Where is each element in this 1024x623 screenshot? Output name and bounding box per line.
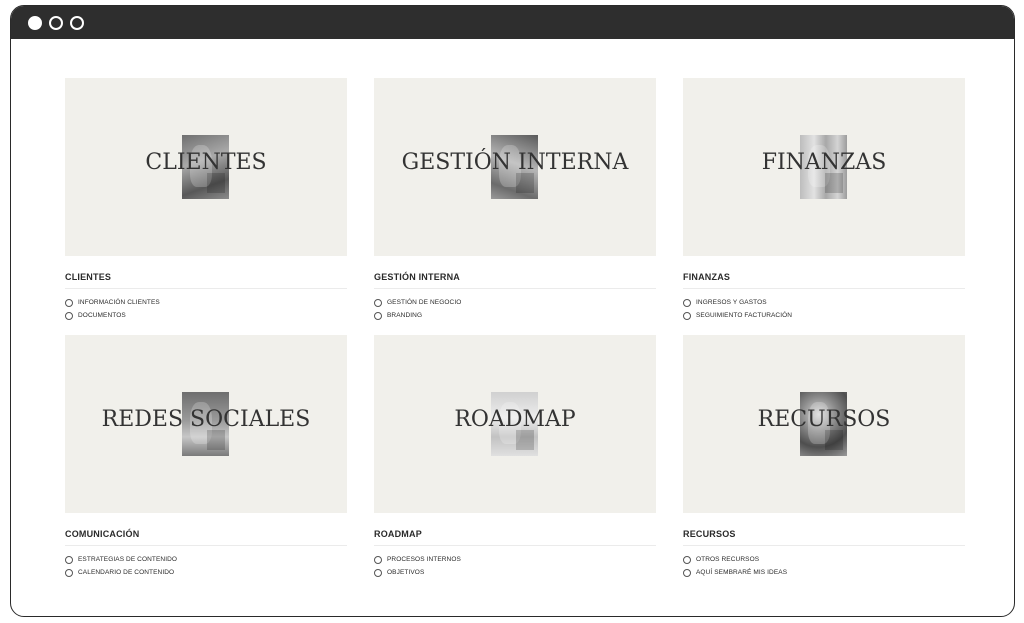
todo-item-label: INFORMACIÓN CLIENTES (78, 299, 160, 306)
todo-item[interactable]: CALENDARIO DE CONTENIDO (65, 566, 347, 579)
card-roadmap[interactable]: ROADMAP ROADMAP PROCESOS INTERNOS OBJETI… (374, 335, 656, 579)
card-finanzas[interactable]: FINANZAS FINANZAS INGRESOS Y GASTOS SEGU… (683, 78, 965, 322)
checkbox-circle-icon[interactable] (683, 311, 691, 320)
todo-item-label: PROCESOS INTERNOS (387, 556, 461, 563)
todo-list: INGRESOS Y GASTOS SEGUIMIENTO FACTURACIÓ… (683, 296, 965, 322)
todo-item[interactable]: ESTRATEGIAS DE CONTENIDO (65, 553, 347, 566)
checkbox-circle-icon[interactable] (65, 555, 73, 564)
checkbox-circle-icon[interactable] (374, 311, 382, 320)
cover-title: RECURSOS (757, 407, 891, 432)
todo-item-label: OTROS RECURSOS (696, 556, 760, 563)
checkbox-circle-icon[interactable] (683, 568, 691, 577)
todo-item[interactable]: PROCESOS INTERNOS (374, 553, 656, 566)
todo-list: GESTIÓN DE NEGOCIO BRANDING (374, 296, 656, 322)
card-title[interactable]: RECURSOS (683, 529, 965, 546)
todo-item-label: AQUÍ SEMBRARÉ MIS IDEAS (696, 569, 788, 576)
todo-item[interactable]: SEGUIMIENTO FACTURACIÓN (683, 309, 965, 322)
todo-item[interactable]: GESTIÓN DE NEGOCIO (374, 296, 656, 309)
checkbox-circle-icon[interactable] (374, 555, 382, 564)
card-title[interactable]: FINANZAS (683, 272, 965, 289)
card-cover[interactable]: ROADMAP (374, 335, 656, 513)
card-title[interactable]: ROADMAP (374, 529, 656, 546)
card-title[interactable]: CLIENTES (65, 272, 347, 289)
todo-item-label: BRANDING (387, 312, 423, 319)
todo-item[interactable]: AQUÍ SEMBRARÉ MIS IDEAS (683, 566, 965, 579)
todo-item-label: DOCUMENTOS (78, 312, 126, 319)
window-close-dot-icon[interactable] (28, 15, 42, 30)
todo-item[interactable]: DOCUMENTOS (65, 309, 347, 322)
card-cover[interactable]: RECURSOS (683, 335, 965, 513)
window-maximize-dot-icon[interactable] (70, 15, 84, 30)
browser-window: CLIENTES CLIENTES INFORMACIÓN CLIENTES D… (10, 5, 1015, 617)
cover-title: REDES SOCIALES (101, 407, 311, 432)
todo-item-label: GESTIÓN DE NEGOCIO (387, 299, 462, 306)
checkbox-circle-icon[interactable] (65, 298, 73, 307)
card-title[interactable]: COMUNICACIÓN (65, 529, 347, 546)
checkbox-circle-icon[interactable] (683, 555, 691, 564)
cover-title: ROADMAP (454, 407, 576, 432)
todo-item-label: CALENDARIO DE CONTENIDO (78, 569, 175, 576)
checkbox-circle-icon[interactable] (374, 298, 382, 307)
todo-list: ESTRATEGIAS DE CONTENIDO CALENDARIO DE C… (65, 553, 347, 579)
todo-item[interactable]: OBJETIVOS (374, 566, 656, 579)
card-cover[interactable]: FINANZAS (683, 78, 965, 256)
cover-title: CLIENTES (145, 150, 267, 175)
card-comunicacion[interactable]: REDES SOCIALES COMUNICACIÓN ESTRATEGIAS … (65, 335, 347, 579)
card-title[interactable]: GESTIÓN INTERNA (374, 272, 656, 289)
cover-title: FINANZAS (761, 150, 887, 175)
todo-list: OTROS RECURSOS AQUÍ SEMBRARÉ MIS IDEAS (683, 553, 965, 579)
window-minimize-dot-icon[interactable] (49, 15, 63, 30)
todo-list: INFORMACIÓN CLIENTES DOCUMENTOS (65, 296, 347, 322)
todo-item-label: INGRESOS Y GASTOS (696, 299, 767, 306)
card-gestion-interna[interactable]: GESTIÓN INTERNA GESTIÓN INTERNA GESTIÓN … (374, 78, 656, 322)
card-recursos[interactable]: RECURSOS RECURSOS OTROS RECURSOS AQUÍ SE… (683, 335, 965, 579)
card-cover[interactable]: GESTIÓN INTERNA (374, 78, 656, 256)
checkbox-circle-icon[interactable] (374, 568, 382, 577)
todo-item[interactable]: OTROS RECURSOS (683, 553, 965, 566)
window-titlebar (11, 6, 1014, 39)
checkbox-circle-icon[interactable] (65, 311, 73, 320)
todo-list: PROCESOS INTERNOS OBJETIVOS (374, 553, 656, 579)
todo-item-label: OBJETIVOS (387, 569, 425, 576)
todo-item-label: ESTRATEGIAS DE CONTENIDO (78, 556, 178, 563)
checkbox-circle-icon[interactable] (683, 298, 691, 307)
cover-title: GESTIÓN INTERNA (401, 150, 629, 175)
card-clientes[interactable]: CLIENTES CLIENTES INFORMACIÓN CLIENTES D… (65, 78, 347, 322)
todo-item[interactable]: INFORMACIÓN CLIENTES (65, 296, 347, 309)
section-grid: CLIENTES CLIENTES INFORMACIÓN CLIENTES D… (65, 78, 965, 579)
card-cover[interactable]: REDES SOCIALES (65, 335, 347, 513)
todo-item[interactable]: BRANDING (374, 309, 656, 322)
checkbox-circle-icon[interactable] (65, 568, 73, 577)
todo-item[interactable]: INGRESOS Y GASTOS (683, 296, 965, 309)
card-cover[interactable]: CLIENTES (65, 78, 347, 256)
todo-item-label: SEGUIMIENTO FACTURACIÓN (696, 312, 793, 319)
